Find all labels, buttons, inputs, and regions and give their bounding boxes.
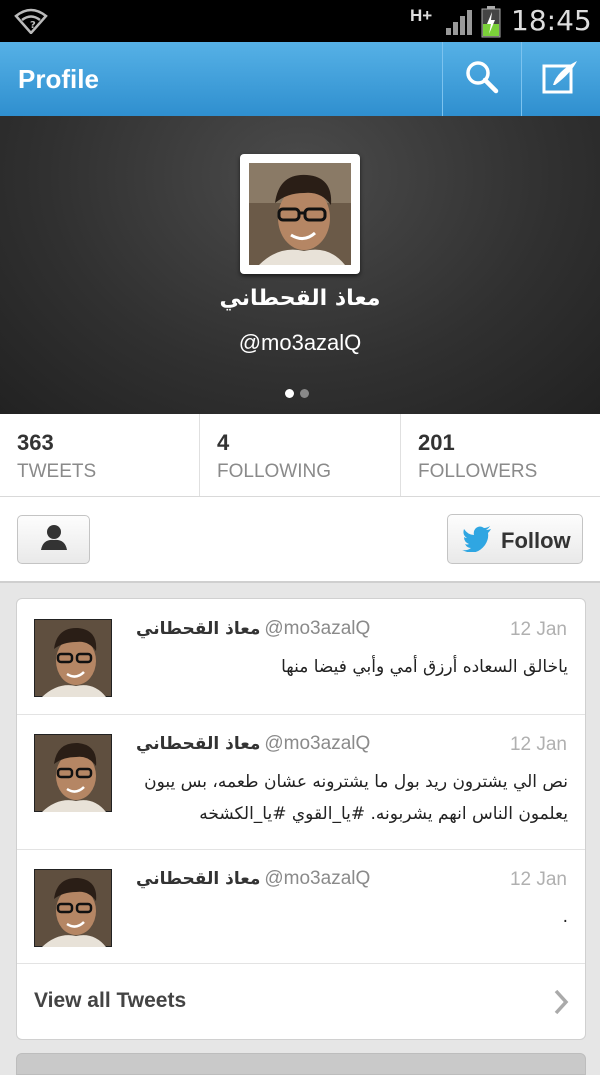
- page-dot: [300, 389, 309, 398]
- profile-stats: 363 TWEETS 4 FOLLOWING 201 FOLLOWERS: [0, 414, 600, 497]
- stat-label: FOLLOWING: [217, 461, 332, 482]
- tweet-username: @mo3azalQ: [264, 618, 371, 639]
- next-card-edge: [16, 1053, 586, 1075]
- tweet-item[interactable]: معاذ القحطاني @mo3azalQ 12 Jan ياخالق الس…: [17, 599, 585, 715]
- tweet-item[interactable]: معاذ القحطاني @mo3azalQ 12 Jan .: [17, 849, 585, 964]
- profile-handle: @mo3azalQ: [238, 330, 362, 355]
- tweet-meta: معاذ القحطاني @mo3azalQ: [136, 618, 370, 640]
- clock: 18:45: [511, 4, 592, 37]
- stat-following[interactable]: 4 FOLLOWING: [200, 414, 400, 496]
- avatar[interactable]: [240, 154, 360, 274]
- compose-icon: [541, 59, 581, 100]
- stat-value: 4: [217, 430, 230, 455]
- page-indicator: [285, 385, 315, 403]
- user-icon: [39, 523, 69, 556]
- follow-button[interactable]: Follow: [447, 514, 583, 564]
- search-button[interactable]: [443, 42, 521, 116]
- tweet-text: .: [562, 907, 568, 927]
- stat-label: TWEETS: [17, 461, 97, 482]
- tweet-username: @mo3azalQ: [264, 733, 371, 754]
- status-bar: ? H+ 18:45: [0, 0, 600, 42]
- tweet-text: نص الي يشترون ريد بول ما يشترونه عشان طع…: [144, 772, 568, 824]
- tweets-card: معاذ القحطاني @mo3azalQ 12 Jan ياخالق الس…: [16, 598, 586, 1040]
- stat-followers[interactable]: 201 FOLLOWERS: [401, 414, 600, 496]
- signal-icon: [444, 8, 476, 41]
- network-type: H+: [410, 6, 433, 25]
- profile-actions: Follow: [0, 497, 600, 583]
- avatar-photo: [249, 163, 351, 265]
- chevron-right-icon: [553, 989, 569, 1020]
- page-dot-active: [285, 389, 294, 398]
- view-all-label: View all Tweets: [34, 989, 187, 1012]
- tweet-item[interactable]: معاذ القحطاني @mo3azalQ 12 Jan نص الي يشت…: [17, 714, 585, 850]
- tweet-author: معاذ القحطاني: [136, 619, 261, 639]
- page-title: Profile: [18, 64, 99, 94]
- tweet-author: معاذ القحطاني: [136, 734, 261, 754]
- tweet-author: معاذ القحطاني: [136, 869, 261, 889]
- wifi-icon: ?: [14, 6, 48, 39]
- profile-name: معاذ القحطاني: [219, 286, 381, 311]
- search-icon: [464, 59, 500, 100]
- user-menu-button[interactable]: [17, 515, 90, 564]
- tweet-meta: معاذ القحطاني @mo3azalQ: [136, 868, 370, 890]
- tweet-meta: معاذ القحطاني @mo3azalQ: [136, 733, 370, 755]
- follow-label: Follow: [501, 528, 571, 553]
- tweet-avatar[interactable]: [34, 619, 112, 697]
- stat-label: FOLLOWERS: [418, 461, 538, 482]
- tweet-avatar[interactable]: [34, 869, 112, 947]
- tweet-text: ياخالق السعاده أرزق أمي وأبي فيضا منها: [281, 657, 568, 677]
- stat-tweets[interactable]: 363 TWEETS: [0, 414, 200, 496]
- view-all-tweets-button[interactable]: View all Tweets: [17, 963, 585, 1039]
- tweet-date: 12 Jan: [509, 869, 567, 890]
- action-bar: Profile: [0, 42, 600, 117]
- stat-value: 201: [418, 430, 455, 455]
- twitter-bird-icon: [462, 526, 492, 557]
- tweet-avatar[interactable]: [34, 734, 112, 812]
- compose-button[interactable]: [522, 42, 600, 116]
- profile-header: معاذ القحطاني @mo3azalQ: [0, 116, 600, 414]
- tweet-date: 12 Jan: [509, 619, 567, 640]
- stat-value: 363: [17, 430, 54, 455]
- battery-icon: [481, 6, 501, 43]
- tweet-date: 12 Jan: [509, 734, 567, 755]
- svg-text:?: ?: [30, 20, 36, 31]
- tweet-username: @mo3azalQ: [264, 868, 371, 889]
